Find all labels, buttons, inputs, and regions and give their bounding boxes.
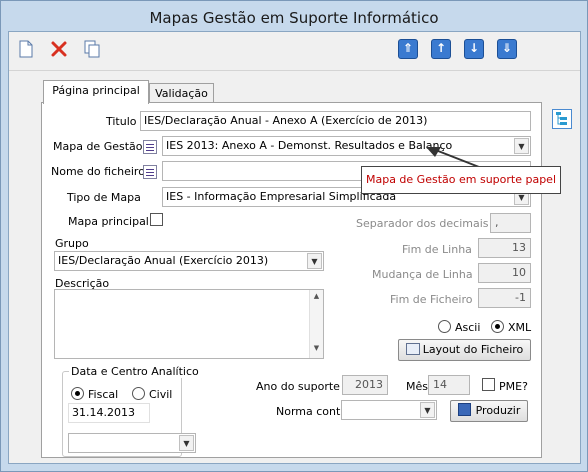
mapa-gestao-value: IES 2013: Anexo A - Demonst. Resultados … [166, 139, 453, 152]
ascii-label: Ascii [455, 321, 481, 334]
window-frame: Mapas Gestão em Suporte Informático ⇑ ↑ … [0, 0, 588, 472]
grupo-label: Grupo [55, 237, 89, 250]
ascii-radio[interactable] [438, 320, 451, 333]
fiscal-radio[interactable] [71, 387, 84, 400]
chevron-down-icon[interactable]: ▼ [307, 253, 322, 269]
pme-label: PME? [499, 380, 528, 393]
separador-label: Separador dos decimais [356, 217, 489, 230]
scroll-up-icon[interactable]: ▲ [310, 292, 323, 300]
ficheiro-lookup-icon[interactable] [143, 165, 157, 179]
mapa-lookup-icon[interactable] [143, 140, 157, 154]
chevron-down-icon[interactable]: ▼ [514, 138, 529, 154]
fim-ficheiro-label: Fim de Ficheiro [390, 293, 473, 306]
nome-ficheiro-label: Nome do ficheiro [51, 165, 145, 178]
fim-ficheiro-input[interactable]: -1 [478, 288, 531, 308]
tree-view-icon[interactable] [552, 109, 572, 129]
save-disk-icon [457, 403, 471, 416]
arrow-up-first-icon[interactable]: ⇑ [398, 39, 418, 59]
arrow-up-icon[interactable]: ↑ [431, 39, 451, 59]
tooltip: Mapa de Gestão em suporte papel [361, 166, 561, 194]
mapa-gestao-label: Mapa de Gestão [53, 140, 143, 153]
date-input[interactable]: 31.14.2013 [68, 403, 150, 423]
produzir-button[interactable]: Produzir [450, 400, 528, 422]
separador-input[interactable]: , [490, 213, 531, 233]
mes-input[interactable]: 14 [428, 375, 470, 395]
chevron-down-icon[interactable]: ▼ [420, 402, 435, 418]
mapa-principal-label: Mapa principal [68, 215, 149, 228]
layout-ficheiro-label: Layout do Ficheiro [422, 343, 524, 356]
grupo-value: IES/Declaração Anual (Exercício 2013) [58, 254, 269, 267]
tab-validacao[interactable]: Validação [149, 83, 214, 103]
red-x-icon[interactable] [49, 39, 69, 59]
tab-pagina-principal[interactable]: Página principal [43, 80, 149, 104]
fim-linha-label: Fim de Linha [402, 243, 472, 256]
layout-icon [405, 343, 420, 355]
new-document-icon[interactable] [16, 39, 36, 59]
xml-label: XML [508, 321, 532, 334]
ano-suporte-label: Ano do suporte [256, 380, 340, 393]
descricao-textarea[interactable] [54, 289, 324, 359]
arrow-down-last-icon[interactable]: ⇓ [497, 39, 517, 59]
titulo-label: Titulo [106, 115, 137, 128]
produzir-label: Produzir [475, 404, 521, 417]
descricao-scrollbar[interactable]: ▲ ▼ [309, 290, 323, 358]
grupo-select[interactable]: IES/Declaração Anual (Exercício 2013) ▼ [54, 251, 324, 271]
pme-checkbox[interactable] [482, 378, 495, 391]
fim-linha-input[interactable]: 13 [478, 238, 531, 258]
copy-icon[interactable] [82, 39, 102, 59]
ano-suporte-input[interactable]: 2013 [342, 375, 388, 395]
mapa-principal-checkbox[interactable] [150, 213, 163, 226]
tipo-mapa-label: Tipo de Mapa [67, 191, 141, 204]
mudanca-linha-label: Mudança de Linha [372, 268, 473, 281]
xml-radio[interactable] [491, 320, 504, 333]
scroll-down-icon[interactable]: ▼ [310, 344, 323, 352]
chevron-down-icon[interactable]: ▼ [179, 435, 194, 451]
mes-label: Mês [406, 380, 428, 393]
civil-label: Civil [149, 388, 173, 401]
arrow-down-icon[interactable]: ↓ [464, 39, 484, 59]
titulo-input[interactable]: IES/Declaração Anual - Anexo A (Exercíci… [140, 111, 531, 131]
mudanca-linha-input[interactable]: 10 [478, 263, 531, 283]
fiscal-label: Fiscal [88, 388, 119, 401]
norma-cont-select[interactable]: ▼ [341, 400, 437, 420]
civil-radio[interactable] [132, 387, 145, 400]
centro-select[interactable]: ▼ [68, 433, 196, 453]
data-centro-title: Data e Centro Analítico [69, 365, 201, 378]
client-area: ⇑ ↑ ↓ ⇓ Página principal Validação Titul… [8, 31, 581, 464]
toolbar-separator [9, 70, 580, 71]
window-title: Mapas Gestão em Suporte Informático [149, 9, 439, 27]
norma-cont-label: Norma cont. [276, 405, 344, 418]
layout-ficheiro-button[interactable]: Layout do Ficheiro [398, 339, 531, 361]
